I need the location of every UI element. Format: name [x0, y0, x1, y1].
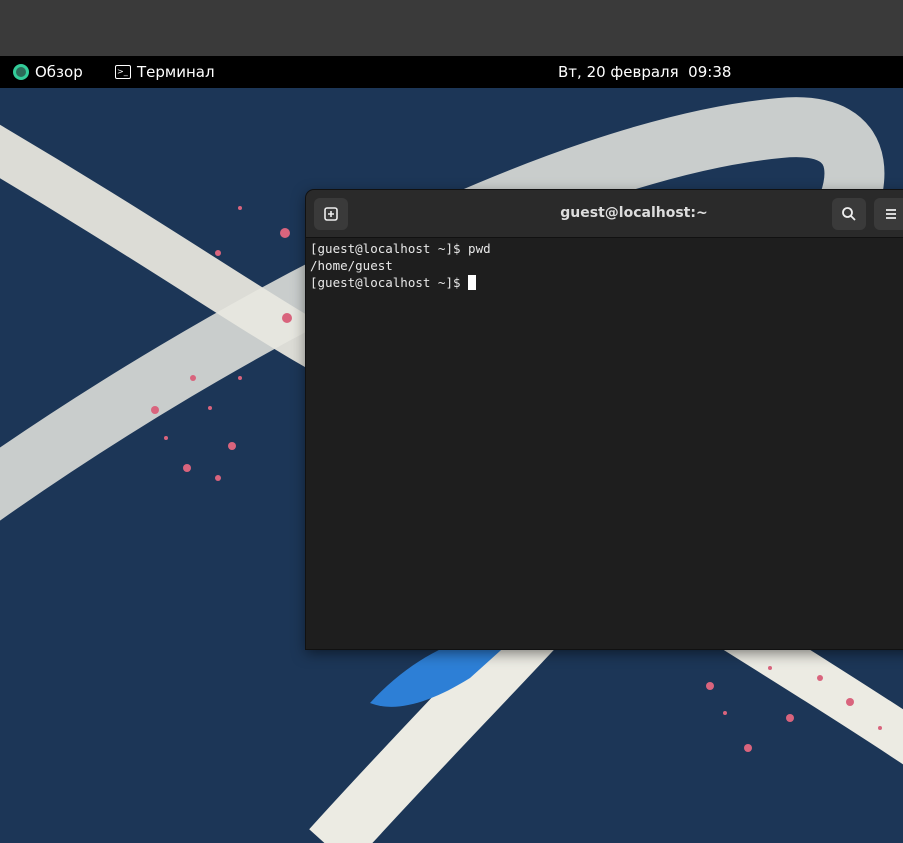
terminal-title: guest@localhost:~: [560, 205, 708, 221]
activities-button[interactable]: Обзор: [13, 56, 83, 88]
clock-label: Вт, 20 февраля 09:38: [558, 63, 732, 81]
terminal-line: [guest@localhost ~]$ pwd: [310, 241, 491, 256]
terminal-output[interactable]: [guest@localhost ~]$ pwd/home/guest [gues…: [310, 240, 491, 291]
terminal-line: /home/guest: [310, 258, 393, 273]
activities-label: Обзор: [35, 63, 83, 81]
menu-button[interactable]: [874, 198, 903, 230]
text-cursor: [468, 275, 477, 290]
hamburger-menu-icon: [886, 209, 896, 219]
top-bar: Обзор >_ Терминал Вт, 20 февраля 09:38: [0, 56, 903, 88]
vm-window-frame: [0, 0, 903, 56]
terminal-window[interactable]: guest@localhost:~ [guest@localhost ~]$ p…: [306, 190, 903, 649]
search-icon: [842, 207, 856, 221]
terminal-icon: >_: [115, 65, 131, 79]
app-menu-label: Терминал: [137, 63, 215, 81]
terminal-header-bar[interactable]: guest@localhost:~: [306, 190, 903, 238]
app-menu-button[interactable]: >_ Терминал: [115, 56, 215, 88]
terminal-line: [guest@localhost ~]$: [310, 275, 469, 290]
search-button[interactable]: [832, 198, 866, 230]
fedora-logo-icon: [13, 64, 29, 80]
clock-button[interactable]: Вт, 20 февраля 09:38: [558, 56, 731, 88]
